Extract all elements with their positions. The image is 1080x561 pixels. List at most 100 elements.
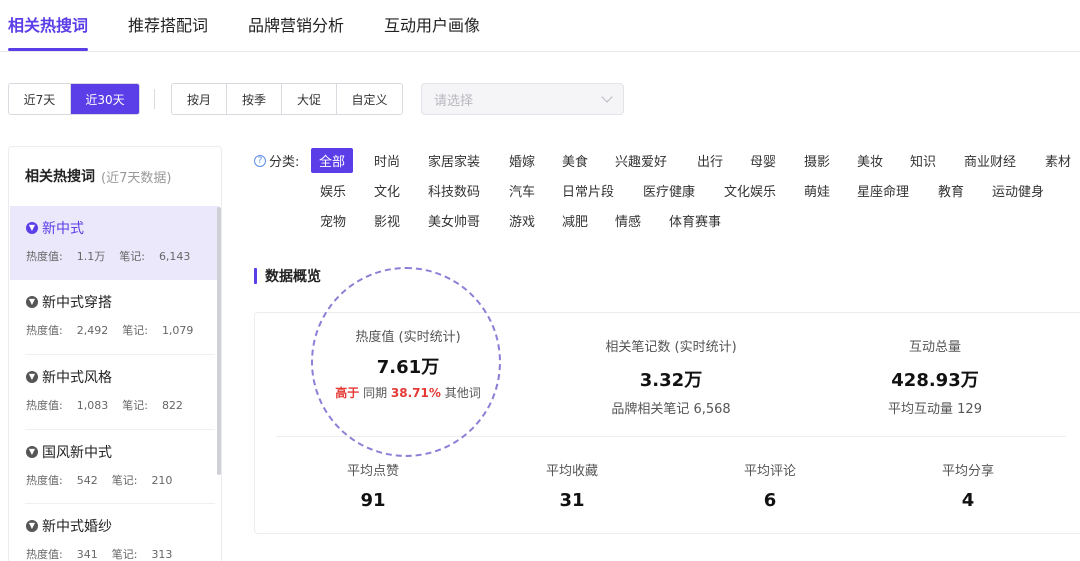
category-item[interactable]: 美女帅哥 [428, 211, 480, 230]
promotion-button[interactable]: 大促 [282, 84, 337, 114]
sidebar-subtitle: (近7天数据) [101, 170, 172, 186]
keyword-item[interactable]: ▼ 新中式风格 热度值: 1,083 笔记: 822 [10, 355, 219, 429]
chevron-down-icon [601, 91, 613, 103]
category-item[interactable]: 文化娱乐 [724, 181, 776, 200]
down-arrow-icon: ▼ [26, 371, 38, 383]
avg-likes-value: 91 [360, 490, 386, 511]
category-item[interactable]: 运动健身 [992, 181, 1044, 200]
notes-value: 6,143 [158, 250, 191, 263]
compare-prefix: 高于 [335, 386, 360, 400]
keyword-item[interactable]: ▼ 国风新中式 热度值: 542 笔记: 210 [10, 430, 219, 504]
down-arrow-icon: ▼ [26, 446, 38, 458]
notes-value: 1,079 [161, 324, 194, 337]
notes-label: 笔记: [111, 548, 138, 561]
heat-value: 1.1万 [76, 250, 106, 263]
category-item[interactable]: 星座命理 [857, 181, 909, 200]
category-item[interactable]: 商业财经 [964, 151, 1016, 170]
keyword-name: 新中式 [42, 221, 84, 237]
category-item[interactable]: 摄影 [804, 151, 830, 170]
category-item[interactable]: 家居家装 [428, 151, 480, 170]
avg-shares-value: 4 [961, 490, 975, 511]
category-item[interactable]: 萌娃 [804, 181, 830, 200]
avg-collects-value: 31 [559, 490, 585, 511]
avg-comments-value: 6 [763, 490, 777, 511]
down-arrow-icon: ▼ [26, 222, 38, 234]
category-item[interactable]: 素材 [1045, 151, 1071, 170]
category-item[interactable]: 文化 [374, 181, 400, 200]
period-button-group: 按月 按季 大促 自定义 [171, 83, 403, 115]
data-overview-title: 数据概览 [254, 266, 321, 286]
category-item[interactable]: 情感 [615, 211, 641, 230]
period-select[interactable]: 请选择 [421, 83, 624, 115]
category-item[interactable]: 兴趣爱好 [615, 151, 667, 170]
range-button-group: 近7天 近30天 [8, 83, 140, 115]
custom-range-button[interactable]: 自定义 [337, 84, 402, 114]
sidebar-header: 相关热搜词 (近7天数据) [9, 147, 221, 205]
notes-label: 笔记: [111, 474, 138, 487]
keyword-name: 新中式穿搭 [42, 295, 112, 311]
heat-label: 热度值: [26, 324, 63, 337]
keyword-name: 新中式婚纱 [42, 519, 112, 535]
category-item[interactable]: 教育 [938, 181, 964, 200]
category-item[interactable]: 日常片段 [562, 181, 614, 200]
category-label: ? 分类: [254, 151, 299, 170]
tab-recommended-pairing[interactable]: 推荐搭配词 [128, 12, 208, 36]
avg-collects-label: 平均收藏 [545, 464, 598, 479]
down-arrow-icon: ▼ [26, 520, 38, 532]
tab-user-profile[interactable]: 互动用户画像 [384, 12, 480, 36]
top-tabs: 相关热搜词 推荐搭配词 品牌营销分析 互动用户画像 [0, 0, 1080, 52]
select-placeholder: 请选择 [434, 93, 474, 109]
keyword-item[interactable]: ▼ 新中式 热度值: 1.1万 笔记: 6,143 [10, 206, 219, 280]
category-item[interactable]: 美食 [562, 151, 588, 170]
notes-label: 笔记: [119, 250, 145, 263]
category-item[interactable]: 娱乐 [320, 181, 346, 200]
category-item[interactable]: 游戏 [509, 211, 535, 230]
heat-value: 1,083 [76, 399, 109, 412]
sidebar-title: 相关热搜词 [25, 169, 95, 185]
category-item[interactable]: 减肥 [562, 211, 588, 230]
sidebar-scrollbar[interactable] [217, 207, 221, 475]
category-all[interactable]: 全部 [311, 148, 354, 173]
heat-value: 341 [76, 548, 98, 561]
keyword-item[interactable]: ▼ 新中式婚纱 热度值: 341 笔记: 313 [10, 504, 219, 561]
heat-label: 热度值: [26, 399, 63, 412]
compare-percent: 38.71% [390, 386, 441, 400]
category-item[interactable]: 知识 [910, 151, 936, 170]
heat-value: 2,492 [76, 324, 109, 337]
by-quarter-button[interactable]: 按季 [227, 84, 282, 114]
tab-related-hot-search[interactable]: 相关热搜词 [8, 12, 88, 36]
notes-metric-sub: 品牌相关笔记 6,568 [611, 402, 731, 417]
help-icon[interactable]: ? [254, 154, 266, 167]
keyword-item[interactable]: ▼ 新中式穿搭 热度值: 2,492 笔记: 1,079 [10, 280, 219, 354]
notes-label: 笔记: [122, 324, 148, 337]
active-tab-indicator [8, 48, 88, 51]
compare-suffix: 其他词 [444, 386, 481, 400]
category-item[interactable]: 影视 [374, 211, 400, 230]
hot-search-sidebar: 相关热搜词 (近7天数据) ▼ 新中式 热度值: 1.1万 笔记: 6,143 ▼ 新中式… [8, 146, 222, 561]
category-item[interactable]: 汽车 [509, 181, 535, 200]
section-title-text: 数据概览 [265, 269, 321, 285]
section-accent-bar [254, 268, 257, 284]
avg-likes-label: 平均点赞 [346, 464, 399, 479]
heat-label: 热度值: [26, 250, 63, 263]
heat-metric-label: 热度值 (实时统计) [355, 330, 461, 345]
keyword-name: 新中式风格 [42, 370, 112, 386]
notes-value: 210 [151, 474, 173, 487]
category-item[interactable]: 科技数码 [428, 181, 480, 200]
last-7-days-button[interactable]: 近7天 [9, 84, 71, 114]
tab-brand-marketing[interactable]: 品牌营销分析 [248, 12, 344, 36]
category-item[interactable]: 婚嫁 [509, 151, 535, 170]
category-item[interactable]: 美妆 [857, 151, 883, 170]
by-month-button[interactable]: 按月 [172, 84, 227, 114]
heat-comparison: 高于 同期 38.71% 其他词 [318, 384, 498, 401]
category-item[interactable]: 出行 [697, 151, 723, 170]
category-item[interactable]: 宠物 [320, 211, 346, 230]
notes-metric-value: 3.32万 [639, 370, 703, 391]
category-item[interactable]: 医疗健康 [643, 181, 695, 200]
notes-label: 笔记: [122, 399, 148, 412]
category-item[interactable]: 母婴 [750, 151, 776, 170]
category-item[interactable]: 体育赛事 [669, 211, 721, 230]
notes-value: 313 [151, 548, 173, 561]
category-item[interactable]: 时尚 [374, 151, 400, 170]
last-30-days-button[interactable]: 近30天 [71, 84, 139, 114]
